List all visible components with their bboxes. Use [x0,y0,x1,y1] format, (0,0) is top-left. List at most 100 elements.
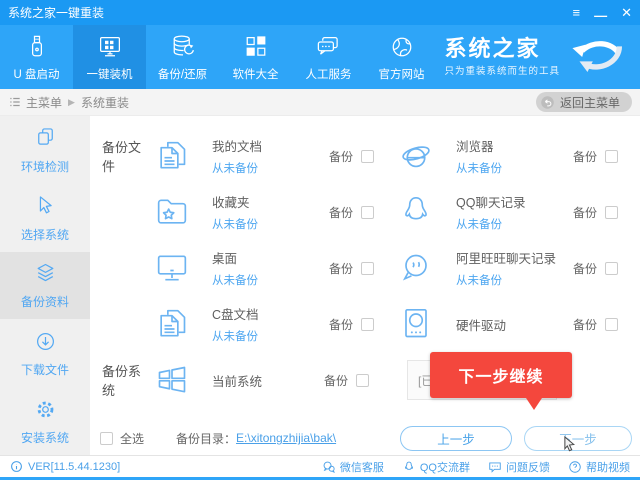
footer-link-wechat[interactable]: 微信客服 [322,459,384,475]
item-title: 硬件驱动 [456,315,573,334]
documents-icon [152,304,192,344]
item-status: 从未备份 [212,272,329,288]
folder-star-icon [152,192,192,232]
backup-checkbox[interactable] [361,262,374,275]
item-status: 从未备份 [456,216,573,232]
sidebar-item-download-files[interactable]: 下载文件 [0,319,90,387]
back-to-menu-button[interactable]: 返回主菜单 [536,92,632,112]
chat-service-icon [314,32,344,62]
footer: VER[11.5.44.1230] 微信客服 [0,455,640,477]
backup-item-wangwang-history: 阿里旺旺聊天记录 从未备份 备份 [396,248,640,288]
next-step-button[interactable]: 下一步 [524,426,632,451]
backup-row: C盘文档 从未备份 备份 [90,296,640,352]
backup-checkbox[interactable] [361,206,374,219]
backup-item-qq-history: QQ聊天记录 从未备份 备份 [396,192,640,232]
backup-label: 备份 [329,148,353,165]
gear-icon [32,396,59,423]
backup-row: 桌面 从未备份 备份 [90,240,640,296]
hard-drive-icon [396,304,436,344]
item-title: 阿里旺旺聊天记录 [456,248,573,267]
footer-link-label: 帮助视频 [586,459,630,475]
nav-item-one-click-install[interactable]: 一键装机 [73,25,146,89]
backup-item-browser: 浏览器 从未备份 备份 [396,136,640,176]
backup-checkbox[interactable] [361,150,374,163]
windows-logo-icon [152,360,192,400]
item-title: 桌面 [212,248,329,267]
item-title: 我的文档 [212,136,329,155]
feedback-bubble-icon [488,460,502,474]
nav-item-label: 官方网站 [379,66,425,82]
brand-tagline: 只为重装系统而生的工具 [444,63,560,77]
backup-item-current-system: 当前系统 备份 [152,360,391,400]
item-status: 从未备份 [212,160,329,176]
backup-checkbox[interactable] [605,318,618,331]
sidebar-item-select-system[interactable]: 选择系统 [0,184,90,252]
nav-item-website[interactable]: 官方网站 [365,25,438,89]
backup-checkbox[interactable] [356,374,369,387]
sidebar-item-label: 环境检测 [21,158,69,175]
menu-icon[interactable]: ≡ [573,6,581,19]
next-step-tooltip: 下一步继续 [430,352,572,398]
wechat-icon [322,460,336,474]
sidebar-item-backup-data[interactable]: 备份资料 [0,252,90,320]
qq-penguin-icon [396,192,436,232]
prev-step-button[interactable]: 上一步 [400,426,512,451]
sidebar: 环境检测 选择系统 备份资料 [0,116,90,455]
backup-item-favorites: 收藏夹 从未备份 备份 [152,192,396,232]
backup-label: 备份 [573,148,597,165]
backup-label: 备份 [329,260,353,277]
desktop-icon [152,248,192,288]
breadcrumb-root[interactable]: 主菜单 [26,94,62,111]
item-title: 收藏夹 [212,192,329,211]
nav-item-service[interactable]: 人工服务 [292,25,365,89]
select-all-label: 全选 [120,430,144,447]
usb-icon [22,32,52,62]
nav-item-backup-restore[interactable]: 备份/还原 [146,25,219,89]
footer-link-help-video[interactable]: 帮助视频 [568,459,630,475]
breadcrumb-current: 系统重装 [81,94,129,111]
cursor-icon [32,193,59,220]
sidebar-item-env-check[interactable]: 环境检测 [0,116,90,184]
window-title: 系统之家一键重装 [8,4,104,21]
globe-icon [387,32,417,62]
backup-checkbox[interactable] [361,318,374,331]
qq-icon [402,460,416,474]
info-icon [10,460,23,473]
item-title: C盘文档 [212,304,329,323]
backup-item-hardware-driver: 硬件驱动 备份 [396,304,640,344]
nav-item-label: 人工服务 [306,66,352,82]
download-icon [32,328,59,355]
sidebar-item-label: 备份资料 [21,293,69,310]
footer-link-feedback[interactable]: 问题反馈 [488,459,550,475]
swoosh-arrows-icon [568,37,630,77]
backup-checkbox[interactable] [605,206,618,219]
item-title: 浏览器 [456,136,573,155]
nav-item-usb-boot[interactable]: U 盘启动 [0,25,73,89]
footer-link-label: 微信客服 [340,459,384,475]
backup-checkbox[interactable] [605,262,618,275]
backup-label: 备份 [329,316,353,333]
browser-icon [396,136,436,176]
select-all-checkbox[interactable] [100,432,113,445]
backup-label: 备份 [573,316,597,333]
sidebar-item-install-system[interactable]: 安装系统 [0,387,90,455]
footer-link-qq-group[interactable]: QQ交流群 [402,459,470,475]
backup-checkbox[interactable] [605,150,618,163]
sidebar-item-label: 选择系统 [21,226,69,243]
sidebar-item-label: 下载文件 [21,361,69,378]
close-icon[interactable]: ✕ [621,6,632,19]
titlebar: 系统之家一键重装 ≡ — ✕ [0,0,640,25]
item-title: QQ聊天记录 [456,192,573,211]
nav-item-label: 备份/还原 [158,66,207,82]
backup-dir-link[interactable]: E:\xitongzhijia\bak\ [236,431,336,445]
nav-item-label: 一键装机 [87,66,133,82]
list-icon [8,95,22,109]
brand-name: 系统之家 [444,37,560,61]
main-nav: U 盘启动 一键装机 [0,25,640,89]
item-status: 从未备份 [456,160,573,176]
mouse-cursor-icon [563,436,578,452]
group-label-system: 备份系统 [90,361,152,399]
nav-item-software[interactable]: 软件大全 [219,25,292,89]
minimize-icon[interactable]: — [594,9,607,22]
footer-link-label: 问题反馈 [506,459,550,475]
